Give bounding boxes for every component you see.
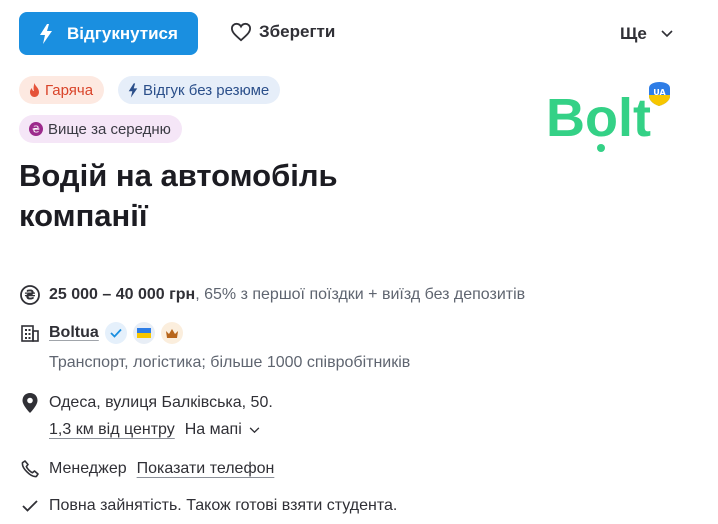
location-pin-icon <box>19 392 41 414</box>
top-employer-badge[interactable] <box>160 322 183 344</box>
location-row: Одеса, вулиця Балківська, 50. <box>19 392 273 414</box>
tag-no-resume-label: Відгук без резюме <box>143 81 270 99</box>
company-name-link[interactable]: Boltua <box>49 324 99 342</box>
show-phone-link[interactable]: Показати телефон <box>137 460 275 478</box>
address-text: Одеса, вулиця Балківська, 50. <box>49 394 273 411</box>
salary-range: 25 000 – 40 000 грн <box>49 286 196 303</box>
company-row: Boltua <box>19 322 183 344</box>
top-toolbar: Відгукнутися Зберегти Ще <box>0 0 718 70</box>
svg-text:₴: ₴ <box>32 125 40 136</box>
checkmark-icon <box>19 495 41 517</box>
ukraine-flag-icon <box>136 328 151 338</box>
lightning-icon <box>40 23 52 44</box>
title-line-1: Водій на автомобіль <box>19 158 338 193</box>
employment-row: Повна зайнятість. Також готові взяти сту… <box>19 495 397 517</box>
respond-button-label: Відгукнутися <box>67 23 178 43</box>
title-line-2: компанії <box>19 198 148 233</box>
logo-brand-text: Bolt <box>546 88 651 148</box>
more-dropdown[interactable]: Ще <box>620 24 673 44</box>
employment-text: Повна зайнятість. Також готові взяти сту… <box>49 497 398 514</box>
on-map-toggle[interactable]: На мапі <box>185 421 260 439</box>
location-links-row: 1,3 км від центру На мапі <box>49 421 260 439</box>
page-title: Водій на автомобіль компанії <box>19 156 519 236</box>
phone-icon <box>19 458 41 480</box>
tag-hot: Гаряча <box>19 76 105 104</box>
company-description-row: Транспорт, логістика; більше 1000 співро… <box>49 354 410 372</box>
tag-hot-label: Гаряча <box>45 81 94 99</box>
more-label: Ще <box>620 24 647 43</box>
svg-text:₴: ₴ <box>24 289 35 304</box>
flame-icon <box>30 83 39 97</box>
respond-button[interactable]: Відгукнутися <box>19 12 198 55</box>
chevron-down-icon <box>661 30 673 38</box>
building-icon <box>19 322 41 344</box>
contact-person: Менеджер <box>49 460 127 477</box>
company-description: Транспорт, логістика; більше 1000 співро… <box>49 354 411 371</box>
tag-salary-above-average: ₴ Вище за середню <box>19 115 182 143</box>
distance-from-center-link[interactable]: 1,3 км від центру <box>49 421 175 439</box>
logo-badge-text: UA <box>653 88 666 97</box>
heart-icon <box>230 22 252 42</box>
company-logo: Bolt UA <box>546 78 676 158</box>
save-button[interactable]: Зберегти <box>230 22 335 42</box>
on-map-label: На мапі <box>184 421 242 438</box>
salary-row: ₴ 25 000 – 40 000 грн, 65% з першої поїз… <box>19 284 525 306</box>
hryvnia-icon: ₴ <box>19 284 41 306</box>
save-button-label: Зберегти <box>259 22 336 41</box>
tag-no-resume: Відгук без резюме <box>118 76 281 104</box>
salary-note: , 65% з першої поїздки + виїзд без депоз… <box>195 286 526 303</box>
verified-badge[interactable] <box>104 322 127 344</box>
crown-icon <box>165 328 178 338</box>
tag-salary-label: Вище за середню <box>48 120 171 138</box>
contact-row: Менеджер Показати телефон <box>19 458 274 480</box>
checkmark-icon <box>110 328 122 338</box>
hryvnia-coin-icon: ₴ <box>29 122 43 136</box>
ukraine-flag-badge[interactable] <box>132 322 155 344</box>
chevron-down-icon <box>249 426 260 433</box>
lightning-icon <box>128 82 138 98</box>
